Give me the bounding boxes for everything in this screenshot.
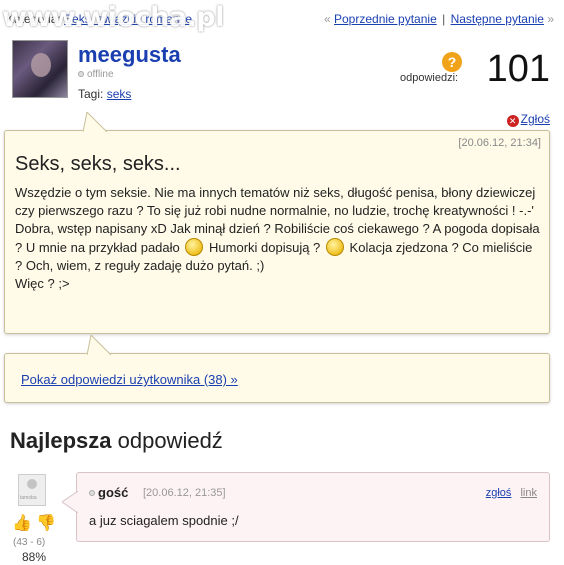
answer-permalink[interactable]: link xyxy=(520,487,537,499)
answers-counter: ? odpowiedzi: 101 xyxy=(400,48,550,90)
offline-dot-icon xyxy=(78,71,84,77)
prev-arrow-icon: « xyxy=(323,12,331,26)
question-paragraph-2: Dobra, wstęp napisany xD Jak minął dzień… xyxy=(15,220,540,275)
user-avatar[interactable] xyxy=(12,40,68,98)
site-watermark: www.wiocha.pl xyxy=(2,2,224,33)
question-paragraph-1: Wszędzie o tym seksie. Nie ma innych tem… xyxy=(15,185,536,218)
answer-text: a juz sciagalem spodnie ;/ xyxy=(89,513,239,528)
tags-label: Tagi: xyxy=(78,87,104,101)
report-close-icon: ✕ xyxy=(506,115,519,127)
vote-percent: 88% xyxy=(22,550,47,564)
question-navigation: « Poprzednie pytanie | Następne pytanie … xyxy=(324,12,554,26)
next-question-link[interactable]: Następne pytanie xyxy=(451,12,544,26)
bubble-tail xyxy=(87,335,111,355)
answer-author-name: gość xyxy=(98,485,129,500)
vote-counts: (43 - 6) xyxy=(13,537,46,548)
user-answers-link[interactable]: Pokaż odpowiedzi użytkownika (38) » xyxy=(21,372,238,387)
bubble-tail xyxy=(83,112,107,132)
question-bubble: [20.06.12, 21:34] Seks, seks, seks... Ws… xyxy=(4,112,550,334)
user-answers-box: Pokaż odpowiedzi użytkownika (38) » xyxy=(4,335,550,403)
next-arrow-icon: » xyxy=(547,12,554,26)
question-tags: Tagi: seks xyxy=(78,87,131,101)
answer-author: gość xyxy=(89,485,128,500)
user-status: offline xyxy=(78,69,114,80)
report-link[interactable]: Zgłoś xyxy=(521,112,550,126)
question-date: [20.06.12, 21:34] xyxy=(458,137,541,149)
question-title: Seks, seks, seks... xyxy=(15,153,181,175)
best-answer-heading-bold: Najlepsza xyxy=(10,428,112,453)
user-status-text: offline xyxy=(87,69,114,80)
tag-link[interactable]: seks xyxy=(107,87,132,101)
avatar-caption: tamoba xyxy=(20,495,37,501)
answers-count: 101 xyxy=(486,48,550,90)
question-text-2b: Humorki dopisują ? xyxy=(209,240,321,255)
previous-question-link[interactable]: Poprzednie pytanie xyxy=(334,12,437,26)
question-icon: ? xyxy=(442,52,462,72)
report-question: ✕ Zgłoś xyxy=(506,112,550,127)
anonymous-avatar: tamoba xyxy=(18,474,46,506)
thumbs-up-icon[interactable]: 👍 xyxy=(12,515,32,533)
question-paragraph-3: Więc ? ;> xyxy=(15,276,70,291)
author-status-dot-icon xyxy=(89,490,95,496)
confused-smiley-icon xyxy=(185,238,204,256)
thumbs-down-icon[interactable]: 👎 xyxy=(36,515,56,533)
answer-report-link[interactable]: zgłoś xyxy=(486,487,512,499)
username-link[interactable]: meegusta xyxy=(78,42,181,68)
answer-bubble: gość [20.06.12, 21:35] zgłoś link a juz … xyxy=(62,472,550,542)
question-body: Wszędzie o tym seksie. Nie ma innych tem… xyxy=(15,184,540,293)
best-answer-heading: Najlepsza odpowiedź xyxy=(10,428,223,454)
grin-smiley-icon xyxy=(325,238,344,256)
answer-actions: zgłoś link xyxy=(480,487,537,499)
answer-bubble-tail xyxy=(62,491,78,513)
best-answer-heading-rest: odpowiedź xyxy=(111,428,223,453)
answers-label: odpowiedzi: xyxy=(400,72,459,84)
answer-date: [20.06.12, 21:35] xyxy=(143,487,226,499)
nav-separator: | xyxy=(442,12,446,26)
